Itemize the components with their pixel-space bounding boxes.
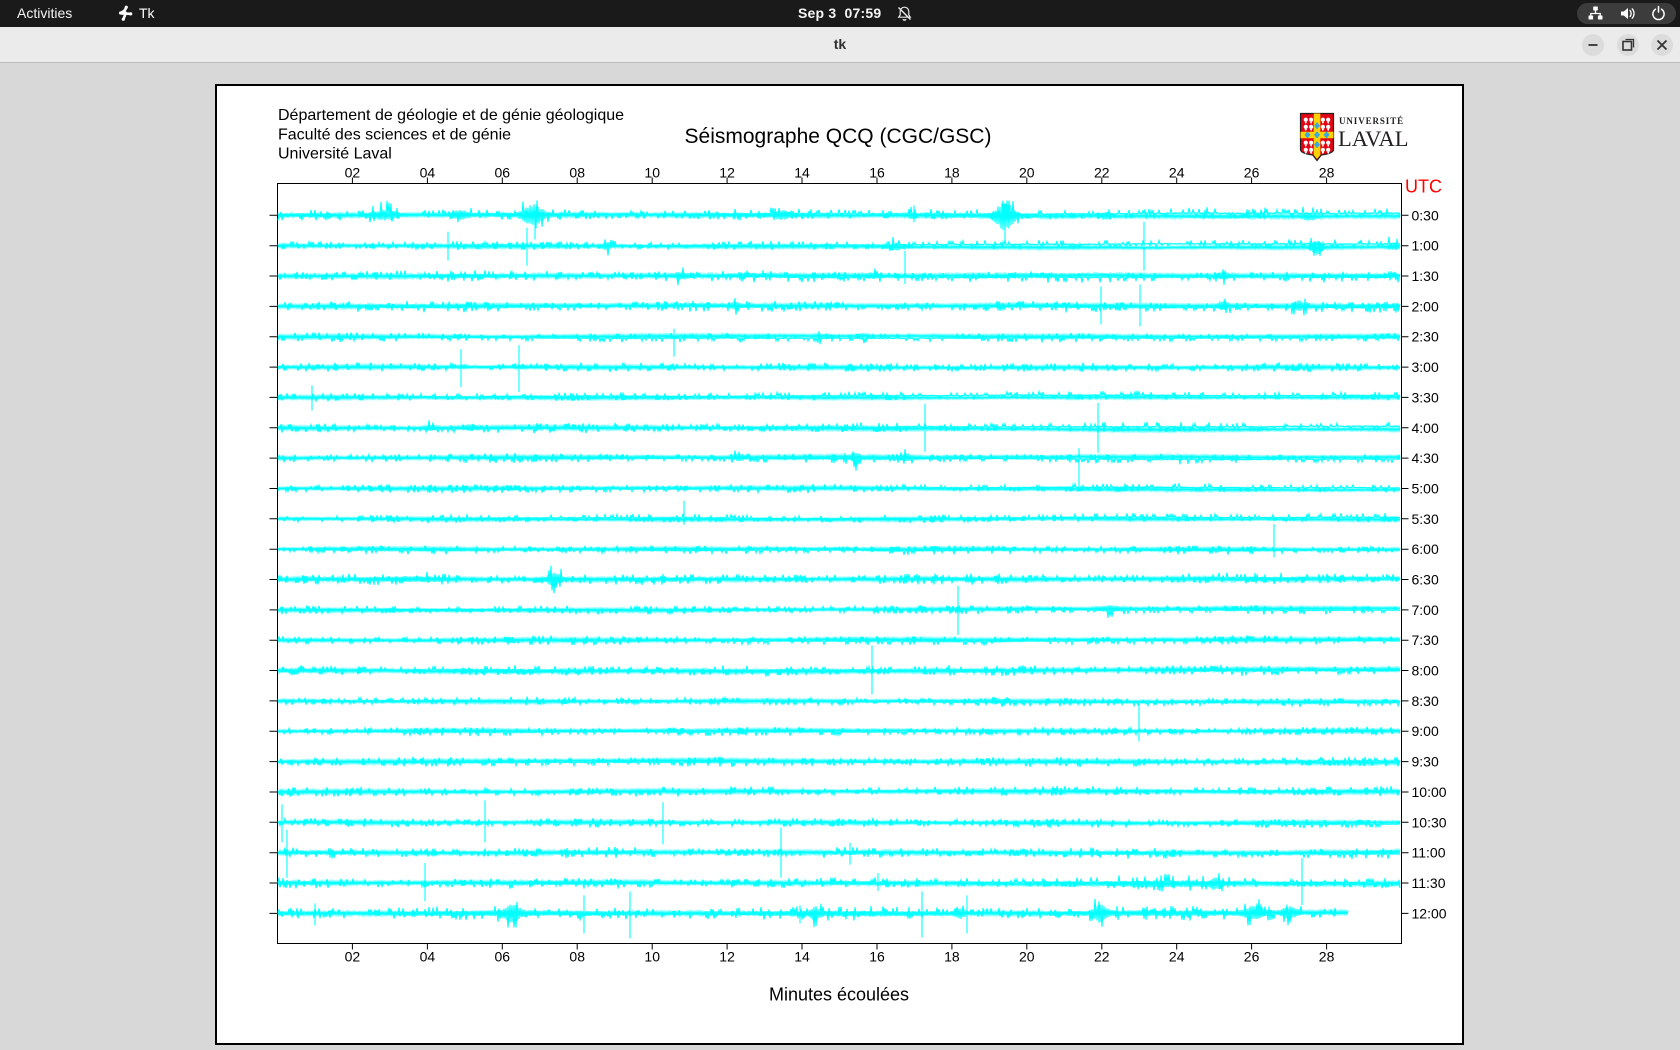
svg-text:5:30: 5:30	[1412, 511, 1439, 527]
svg-text:02: 02	[345, 949, 361, 965]
svg-text:Minutes écoulées: Minutes écoulées	[769, 985, 909, 1005]
svg-text:9:00: 9:00	[1412, 723, 1439, 739]
svg-text:08: 08	[569, 949, 585, 965]
svg-text:0:30: 0:30	[1412, 207, 1439, 223]
svg-text:16: 16	[869, 949, 885, 965]
svg-text:22: 22	[1094, 949, 1110, 965]
svg-text:8:00: 8:00	[1412, 663, 1439, 679]
svg-text:9:30: 9:30	[1412, 754, 1439, 770]
svg-text:06: 06	[495, 949, 511, 965]
svg-text:2:00: 2:00	[1412, 298, 1439, 314]
svg-text:Séismographe QCQ (CGC/GSC): Séismographe QCQ (CGC/GSC)	[685, 125, 992, 148]
svg-text:7:30: 7:30	[1412, 632, 1439, 648]
svg-text:5:00: 5:00	[1412, 481, 1439, 497]
svg-text:3:00: 3:00	[1412, 359, 1439, 375]
svg-text:6:30: 6:30	[1412, 572, 1439, 588]
svg-text:UTC: UTC	[1405, 177, 1442, 197]
svg-text:04: 04	[420, 949, 436, 965]
svg-text:4:00: 4:00	[1412, 420, 1439, 436]
svg-text:6:00: 6:00	[1412, 541, 1439, 557]
svg-text:Département de géologie et de: Département de géologie et de génie géol…	[278, 107, 624, 124]
svg-text:Faculté des sciences et de gén: Faculté des sciences et de génie	[278, 126, 511, 143]
svg-text:2:30: 2:30	[1412, 329, 1439, 345]
svg-text:7:00: 7:00	[1412, 602, 1439, 618]
svg-text:4:30: 4:30	[1412, 450, 1439, 466]
svg-text:12: 12	[719, 949, 735, 965]
svg-text:1:00: 1:00	[1412, 238, 1439, 254]
svg-text:LAVAL: LAVAL	[1338, 126, 1408, 151]
svg-text:26: 26	[1244, 949, 1260, 965]
svg-text:12:00: 12:00	[1412, 905, 1447, 921]
svg-text:24: 24	[1169, 949, 1185, 965]
svg-text:10: 10	[644, 949, 660, 965]
svg-text:1:30: 1:30	[1412, 268, 1439, 284]
svg-text:11:00: 11:00	[1412, 845, 1446, 861]
svg-text:8:30: 8:30	[1412, 693, 1439, 709]
svg-text:10:30: 10:30	[1412, 814, 1447, 830]
svg-text:14: 14	[794, 949, 810, 965]
svg-text:18: 18	[944, 949, 960, 965]
svg-text:28: 28	[1319, 949, 1335, 965]
svg-text:3:30: 3:30	[1412, 389, 1439, 405]
svg-text:20: 20	[1019, 949, 1035, 965]
svg-text:UNIVERSITÉ: UNIVERSITÉ	[1339, 116, 1404, 126]
svg-text:11:30: 11:30	[1412, 875, 1446, 891]
svg-text:10:00: 10:00	[1412, 784, 1447, 800]
svg-text:Université Laval: Université Laval	[278, 146, 392, 163]
